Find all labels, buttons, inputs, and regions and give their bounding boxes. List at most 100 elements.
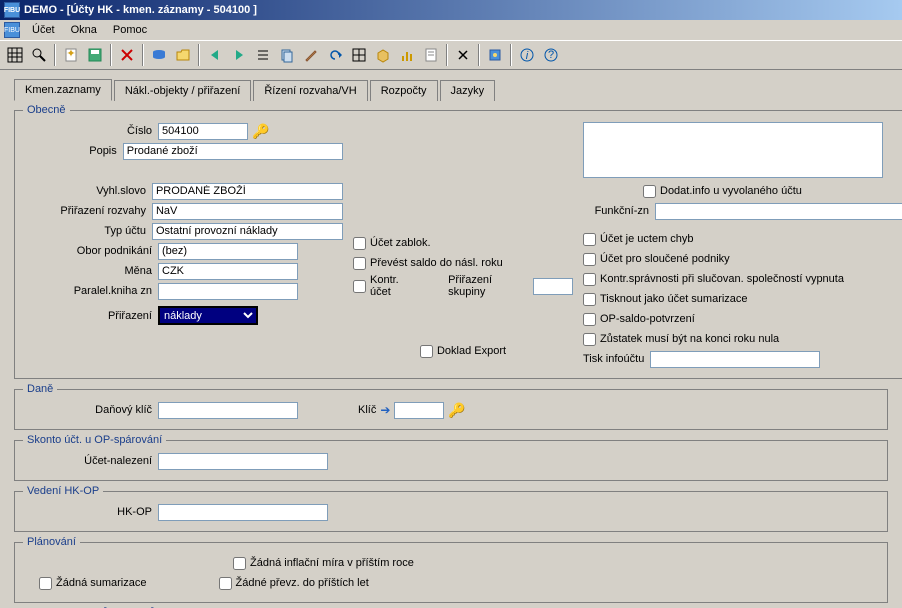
paralel-input[interactable] (158, 283, 298, 300)
zadna-sumarizace-check[interactable]: Žádná sumarizace (39, 577, 147, 590)
tb-open-icon[interactable] (172, 44, 194, 66)
tb-tool-icon[interactable] (484, 44, 506, 66)
prirazeni-select[interactable]: náklady (158, 306, 258, 325)
tisknout-sumarizace-check[interactable]: Tisknout jako účet sumarizace (583, 293, 748, 306)
tb-new-icon[interactable]: ✦ (60, 44, 82, 66)
prir-skupiny-input[interactable] (533, 278, 573, 295)
tab-rozpocty[interactable]: Rozpočty (370, 80, 438, 101)
menubar-icon: FIBU (4, 22, 20, 38)
menubar: FIBU Účet Okna Pomoc (0, 20, 902, 40)
kontr-spravnosti-check[interactable]: Kontr.správnosti při slučovan. společnos… (583, 273, 844, 286)
prir-rozvahy-label: Přiřazení rozvahy (23, 205, 152, 217)
tb-help-icon[interactable]: ? (540, 44, 562, 66)
tb-info-icon[interactable]: i (516, 44, 538, 66)
key-icon-2[interactable]: 🔑 (448, 402, 465, 419)
titlebar: FIBU DEMO - [Účty HK - kmen. záznamy - 5… (0, 0, 902, 20)
arrow-right-icon: ➔ (380, 403, 390, 417)
ucet-zablok-check[interactable]: Účet zablok. (353, 237, 431, 250)
legend-skonto: Skonto účt. u OP-spárování (23, 434, 166, 446)
doklad-export-check[interactable]: Doklad Export (420, 345, 506, 358)
app-icon: FIBU (4, 2, 20, 18)
tab-jazyky[interactable]: Jazyky (440, 80, 496, 101)
hkop-label: HK-OP (23, 506, 158, 518)
tb-sep-6 (478, 44, 480, 66)
typ-uctu-input[interactable] (152, 223, 343, 240)
tb-bars-icon[interactable] (396, 44, 418, 66)
hkop-input[interactable] (158, 504, 328, 521)
ucet-nalezeni-label: Účet-nalezení (23, 455, 158, 467)
tb-grid-icon[interactable] (348, 44, 370, 66)
tb-sep-1 (54, 44, 56, 66)
memo-box[interactable] (583, 122, 883, 178)
prevest-saldo-check[interactable]: Převést saldo do násl. roku (353, 257, 503, 270)
dodat-info-check[interactable]: Dodat.info u vyvolaného účtu (643, 185, 802, 198)
prirazeni-label: Přiřazení (23, 310, 158, 322)
op-saldo-check[interactable]: OP-saldo-potvrzení (583, 313, 695, 326)
prir-skupiny-label: Přiřazení skupiny (448, 274, 527, 298)
tab-rizeni-rozvaha[interactable]: Řízení rozvaha/VH (253, 80, 367, 101)
klic-label: Klíč (358, 404, 376, 416)
danovy-klic-label: Daňový klíč (23, 404, 158, 416)
tb-undo-icon[interactable] (324, 44, 346, 66)
ucet-nalezeni-input[interactable] (158, 453, 328, 470)
kontr-ucet-check[interactable]: Kontr. účet (353, 274, 418, 298)
popis-label: Popis (23, 145, 123, 157)
menu-ucet[interactable]: Účet (26, 22, 61, 38)
cislo-label: Číslo (23, 125, 158, 137)
menu-pomoc[interactable]: Pomoc (107, 22, 153, 38)
zadne-prevz-check[interactable]: Žádné převz. do příštích let (219, 577, 369, 590)
legend-obecne: Obecně (23, 104, 70, 116)
paralel-label: Paralel.kniha zn (23, 285, 158, 297)
tab-strip: Kmen.zaznamy Nákl.-objekty / přiřazení Ř… (0, 70, 902, 100)
ucet-sloucene-check[interactable]: Účet pro sloučené podniky (583, 253, 730, 266)
typ-uctu-label: Typ účtu (23, 225, 152, 237)
ucet-chyb-check[interactable]: Účet je uctem chyb (583, 233, 694, 246)
tb-brush-icon[interactable] (300, 44, 322, 66)
svg-text:i: i (526, 50, 529, 62)
obor-label: Obor podnikání (23, 245, 158, 257)
menu-okna[interactable]: Okna (65, 22, 103, 38)
zustatek-nula-check[interactable]: Zůstatek musí být na konci roku nula (583, 333, 779, 346)
tb-table-icon[interactable] (4, 44, 26, 66)
tb-sep-7 (510, 44, 512, 66)
tb-copy-icon[interactable] (276, 44, 298, 66)
tab-kmen-zaznamy[interactable]: Kmen.zaznamy (14, 79, 112, 101)
mena-input[interactable] (158, 263, 298, 280)
legend-planovani: Plánování (23, 536, 80, 548)
tb-close-icon[interactable] (452, 44, 474, 66)
tb-disk-icon[interactable] (148, 44, 170, 66)
tb-sep-5 (446, 44, 448, 66)
funkcni-zn-label: Funkční-zn (583, 205, 655, 217)
vyhl-label: Vyhl.slovo (23, 185, 152, 197)
zadna-inflace-check[interactable]: Žádná inflační míra v příštím roce (233, 557, 414, 570)
mena-label: Měna (23, 265, 158, 277)
tb-report-icon[interactable] (420, 44, 442, 66)
tb-next-icon[interactable] (228, 44, 250, 66)
tb-sep-3 (142, 44, 144, 66)
tb-prev-icon[interactable] (204, 44, 226, 66)
tisk-infouctu-input[interactable] (650, 351, 820, 368)
group-vedeni: Vedení HK-OP HK-OP (14, 485, 888, 532)
tisk-infouctu-label: Tisk infoúčtu (583, 353, 644, 365)
tb-sep-2 (110, 44, 112, 66)
vyhl-input[interactable] (152, 183, 343, 200)
svg-text:?: ? (548, 49, 554, 61)
cislo-input[interactable] (158, 123, 248, 140)
window-title: DEMO - [Účty HK - kmen. záznamy - 504100… (24, 4, 257, 16)
tb-delete-icon[interactable] (116, 44, 138, 66)
popis-input[interactable] (123, 143, 343, 160)
key-icon[interactable]: 🔑 (252, 123, 269, 140)
group-obecne: Obecně Číslo 🔑 Popis Vyhl.slovo (14, 104, 902, 379)
tb-search-icon[interactable] (28, 44, 50, 66)
legend-vedeni: Vedení HK-OP (23, 485, 103, 497)
danovy-klic-input[interactable] (158, 402, 298, 419)
prir-rozvahy-input[interactable] (152, 203, 343, 220)
klic-input[interactable] (394, 402, 444, 419)
client-area: Obecně Číslo 🔑 Popis Vyhl.slovo (0, 100, 902, 608)
tab-nakl-objekty[interactable]: Nákl.-objekty / přiřazení (114, 80, 252, 101)
obor-input[interactable] (158, 243, 298, 260)
tb-list-icon[interactable] (252, 44, 274, 66)
tb-box-icon[interactable] (372, 44, 394, 66)
funkcni-zn-input[interactable] (655, 203, 902, 220)
tb-save-icon[interactable] (84, 44, 106, 66)
